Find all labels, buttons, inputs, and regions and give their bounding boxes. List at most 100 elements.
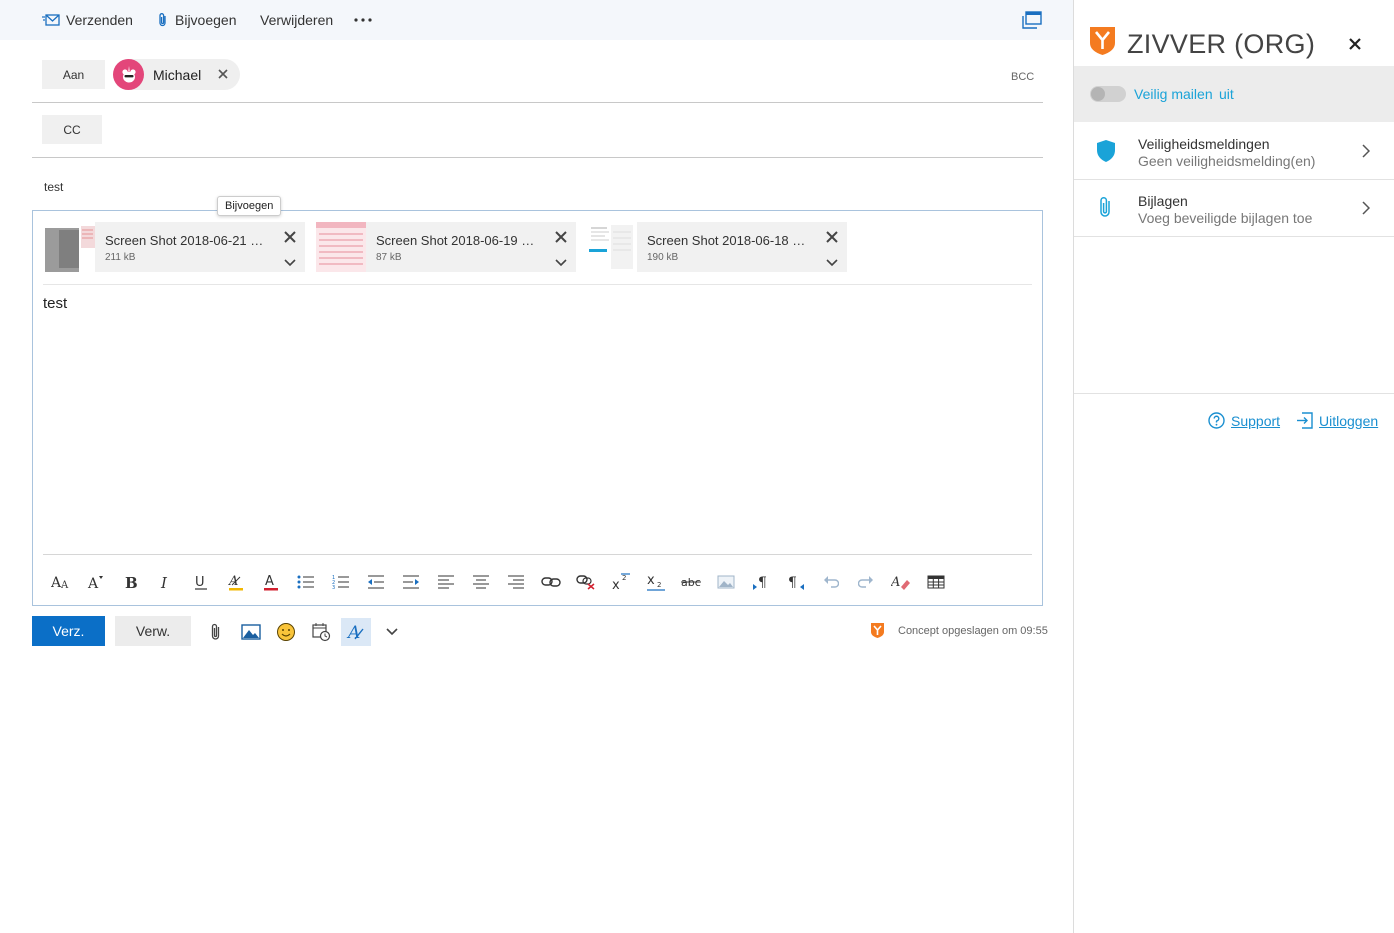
format-text-icon: A xyxy=(346,623,364,642)
message-body[interactable]: test xyxy=(43,295,67,312)
secure-mail-toggle[interactable] xyxy=(1090,86,1126,102)
tooltip-text: Bijvoegen xyxy=(225,200,274,212)
logout-link[interactable]: Uitloggen xyxy=(1296,412,1378,429)
close-icon xyxy=(218,69,228,79)
attachment-card[interactable]: Screen Shot 2018-06-18 at 09.41.33.png 1… xyxy=(637,222,847,272)
formatting-toggle-button[interactable]: A xyxy=(341,618,371,646)
increase-indent-button[interactable] xyxy=(393,566,428,598)
secure-mail-label: Veilig mailen xyxy=(1134,86,1213,102)
svg-text:x: x xyxy=(612,578,620,591)
subscript-button[interactable]: x2 xyxy=(638,566,673,598)
indent-icon xyxy=(402,575,419,589)
attach-command-button[interactable]: Bijvoegen xyxy=(157,0,237,40)
attachments-row[interactable]: Bijlagen Voeg beveiligde bijlagen toe xyxy=(1074,180,1394,237)
to-label: Aan xyxy=(62,67,85,82)
align-left-button[interactable] xyxy=(428,566,463,598)
to-button[interactable]: Aan xyxy=(42,60,105,89)
undo-button[interactable] xyxy=(813,566,848,598)
attach-tooltip: Bijvoegen xyxy=(217,196,282,216)
security-alerts-row[interactable]: Veiligheidsmeldingen Geen veiligheidsmel… xyxy=(1074,123,1394,180)
attachment-card[interactable]: Screen Shot 2018-06-21 at 10.10.10.png 2… xyxy=(95,222,305,272)
schedule-button[interactable] xyxy=(307,618,335,646)
svg-text:2: 2 xyxy=(657,581,661,589)
align-center-button[interactable] xyxy=(463,566,498,598)
attachment-menu-button[interactable] xyxy=(284,254,296,272)
emoji-icon xyxy=(277,623,295,641)
strikethrough-button[interactable]: abc xyxy=(673,566,708,598)
close-panel-button[interactable] xyxy=(1349,37,1361,55)
italic-button[interactable]: I xyxy=(148,566,183,598)
attachment-thumbnail xyxy=(587,222,637,272)
zivver-panel: ZIVVER (ORG) Veilig mailen uit Veilighei… xyxy=(1073,0,1394,933)
svg-text:3: 3 xyxy=(332,585,335,590)
attachment-card[interactable]: Screen Shot 2018-06-19 at 14.22.01.png 8… xyxy=(366,222,576,272)
align-right-button[interactable] xyxy=(498,566,533,598)
chevron-down-icon xyxy=(826,259,838,267)
cc-button[interactable]: CC xyxy=(42,115,102,144)
decrease-indent-button[interactable] xyxy=(358,566,393,598)
font-size-button[interactable]: A xyxy=(78,566,113,598)
command-bar: Verzenden Bijvoegen Verwijderen xyxy=(0,0,1073,40)
bold-button[interactable]: B xyxy=(113,566,148,598)
font-color-button[interactable]: A xyxy=(253,566,288,598)
attachment-menu-button[interactable] xyxy=(826,254,838,272)
send-button[interactable]: Verz. xyxy=(32,616,105,646)
remove-attachment-button[interactable] xyxy=(825,230,839,249)
superscript-icon: x2 xyxy=(612,573,630,591)
remove-attachment-button[interactable] xyxy=(283,230,297,249)
insert-link-button[interactable] xyxy=(533,566,568,598)
picture-icon xyxy=(241,624,261,640)
outdent-icon xyxy=(367,575,384,589)
superscript-button[interactable]: x2 xyxy=(603,566,638,598)
redo-icon xyxy=(857,576,873,588)
more-options-button[interactable] xyxy=(378,618,406,646)
secure-mail-state: uit xyxy=(1219,86,1234,102)
redo-button[interactable] xyxy=(848,566,883,598)
attachment-size: 190 kB xyxy=(647,252,679,263)
popout-window-button[interactable] xyxy=(1022,11,1042,34)
ltr-button[interactable]: ¶ xyxy=(743,566,778,598)
eraser-icon: A xyxy=(891,575,910,590)
support-link[interactable]: Support xyxy=(1208,412,1280,429)
underline-button[interactable]: U xyxy=(183,566,218,598)
send-command-button[interactable]: Verzenden xyxy=(42,0,133,40)
discard-button-label: Verw. xyxy=(135,623,171,639)
chevron-down-icon xyxy=(284,259,296,267)
clear-formatting-button[interactable]: A xyxy=(883,566,918,598)
shield-icon xyxy=(1096,139,1116,168)
close-icon xyxy=(284,231,296,243)
discard-button[interactable]: Verw. xyxy=(115,616,191,646)
numbering-button[interactable]: 123 xyxy=(323,566,358,598)
highlight-button[interactable]: A xyxy=(218,566,253,598)
font-button[interactable]: AA xyxy=(43,566,78,598)
attach-file-button[interactable] xyxy=(202,618,230,646)
insert-table-button[interactable] xyxy=(918,566,953,598)
svg-text:I: I xyxy=(160,574,168,590)
message-editor[interactable]: Screen Shot 2018-06-21 at 10.10.10.png 2… xyxy=(32,210,1043,606)
calendar-clock-icon xyxy=(312,623,331,642)
subject-input[interactable]: test xyxy=(44,180,63,194)
svg-text:A: A xyxy=(346,623,360,642)
remove-recipient-button[interactable] xyxy=(216,67,230,86)
remove-link-button[interactable] xyxy=(568,566,603,598)
emoji-button[interactable] xyxy=(272,618,300,646)
rtl-button[interactable]: ¶ xyxy=(778,566,813,598)
bullets-button[interactable] xyxy=(288,566,323,598)
toggle-knob xyxy=(1091,87,1105,101)
chevron-right-icon xyxy=(1362,144,1371,163)
zivver-logo-icon xyxy=(870,622,885,644)
italic-icon: I xyxy=(160,574,168,590)
bcc-button[interactable]: BCC xyxy=(1011,71,1034,83)
left-to-right-icon: ¶ xyxy=(752,575,766,590)
attachment-menu-button[interactable] xyxy=(555,254,567,272)
remove-attachment-button[interactable] xyxy=(554,230,568,249)
insert-picture-inline-button[interactable] xyxy=(708,566,743,598)
insert-picture-button[interactable] xyxy=(237,618,265,646)
zivver-logo-icon xyxy=(1089,25,1116,61)
svg-text:x: x xyxy=(647,573,655,588)
divider xyxy=(43,284,1032,285)
delete-command-button[interactable]: Verwijderen xyxy=(260,0,333,40)
recipient-chip[interactable]: Michael xyxy=(113,59,240,90)
divider xyxy=(43,554,1032,555)
more-actions-button[interactable] xyxy=(354,0,378,40)
